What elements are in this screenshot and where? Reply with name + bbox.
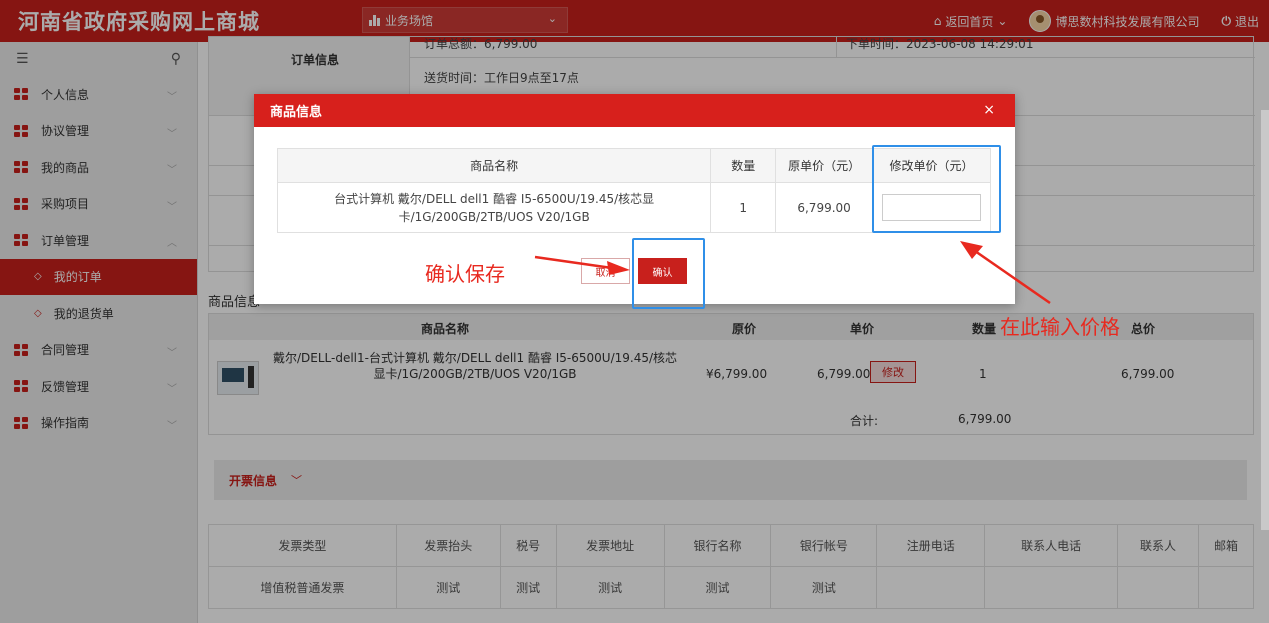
arrow-head-icon: [607, 261, 630, 275]
arrow-to-confirm: [534, 255, 613, 270]
annotation-arrows: [534, 241, 1051, 305]
arrow-to-input: [974, 249, 1051, 305]
arrow-head-icon: [960, 241, 983, 259]
